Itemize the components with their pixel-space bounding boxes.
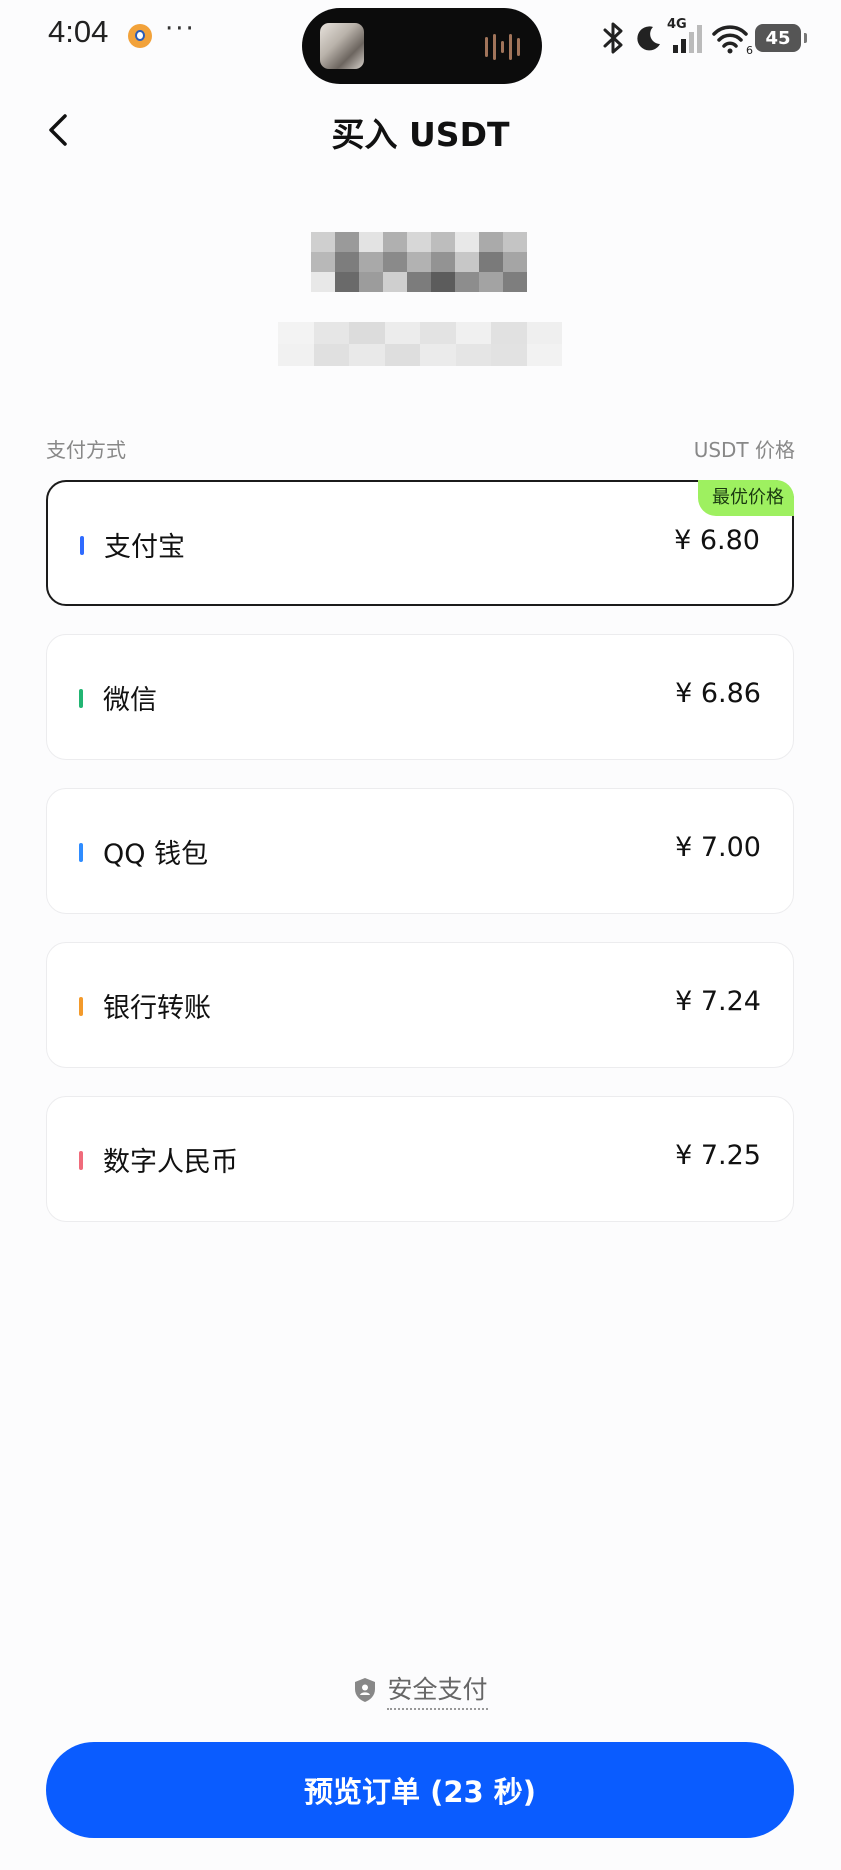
shield-icon (355, 1678, 376, 1702)
payment-option-price: ¥ 7.24 (675, 986, 761, 1017)
method-color-bar (79, 843, 83, 862)
payment-option-name: QQ 钱包 (103, 839, 209, 870)
payment-option-price: ¥ 6.86 (675, 678, 761, 709)
wifi-sub-label: 6 (746, 44, 753, 57)
payment-method-label: 支付方式 (46, 438, 126, 462)
wifi-icon: 6 (711, 21, 753, 57)
payment-option-name: 数字人民币 (103, 1147, 238, 1178)
method-color-bar (79, 997, 83, 1016)
payment-option-price: ¥ 7.00 (675, 832, 761, 863)
waveform-icon (485, 34, 520, 60)
cellular-signal-icon: 4G (667, 17, 705, 55)
usdt-price-label: USDT 价格 (693, 438, 795, 462)
payment-option-price: ¥ 7.25 (675, 1140, 761, 1171)
best-price-badge: 最优价格 (698, 480, 794, 516)
moon-icon (637, 26, 660, 51)
payment-option-wechat[interactable]: 微信 ¥ 6.86 (46, 634, 794, 760)
payment-option-name: 银行转账 (103, 993, 211, 1024)
pixelated-subtitle (278, 322, 562, 366)
status-time: 4:04 (48, 14, 109, 49)
battery-level: 45 (765, 27, 791, 49)
bluetooth-icon (603, 22, 623, 54)
page-title: 买入 USDT (331, 115, 510, 154)
payment-option-digital-rmb[interactable]: 数字人民币 ¥ 7.25 (46, 1096, 794, 1222)
method-color-bar (80, 536, 84, 555)
payment-method-list: 支付宝 ¥ 6.80 最优价格 微信 ¥ 6.86 QQ 钱包 ¥ 7.00 银… (46, 480, 794, 1250)
status-icons: 4G 6 45 (601, 17, 807, 58)
status-bar: 4:04 ··· 4G 6 45 (0, 0, 841, 84)
album-art (320, 23, 364, 69)
battery-icon: 45 (755, 24, 807, 52)
payment-option-bank-transfer[interactable]: 银行转账 ¥ 7.24 (46, 942, 794, 1068)
payment-option-price: ¥ 6.80 (674, 525, 760, 556)
pixelated-amount (311, 232, 527, 292)
preview-order-button[interactable]: 预览订单 (23 秒) (46, 1742, 794, 1838)
method-color-bar (79, 689, 83, 708)
payment-option-qq-wallet[interactable]: QQ 钱包 ¥ 7.00 (46, 788, 794, 914)
payment-option-alipay[interactable]: 支付宝 ¥ 6.80 最优价格 (46, 480, 794, 606)
dynamic-island[interactable] (302, 8, 542, 84)
more-notifications-icon: ··· (165, 14, 196, 44)
method-color-bar (79, 1151, 83, 1170)
payment-option-name: 微信 (103, 685, 157, 716)
payment-option-name: 支付宝 (104, 532, 185, 563)
secure-payment-link[interactable]: 安全支付 (0, 1670, 841, 1710)
app-notification-icon (128, 24, 152, 48)
secure-payment-label: 安全支付 (387, 1670, 488, 1710)
